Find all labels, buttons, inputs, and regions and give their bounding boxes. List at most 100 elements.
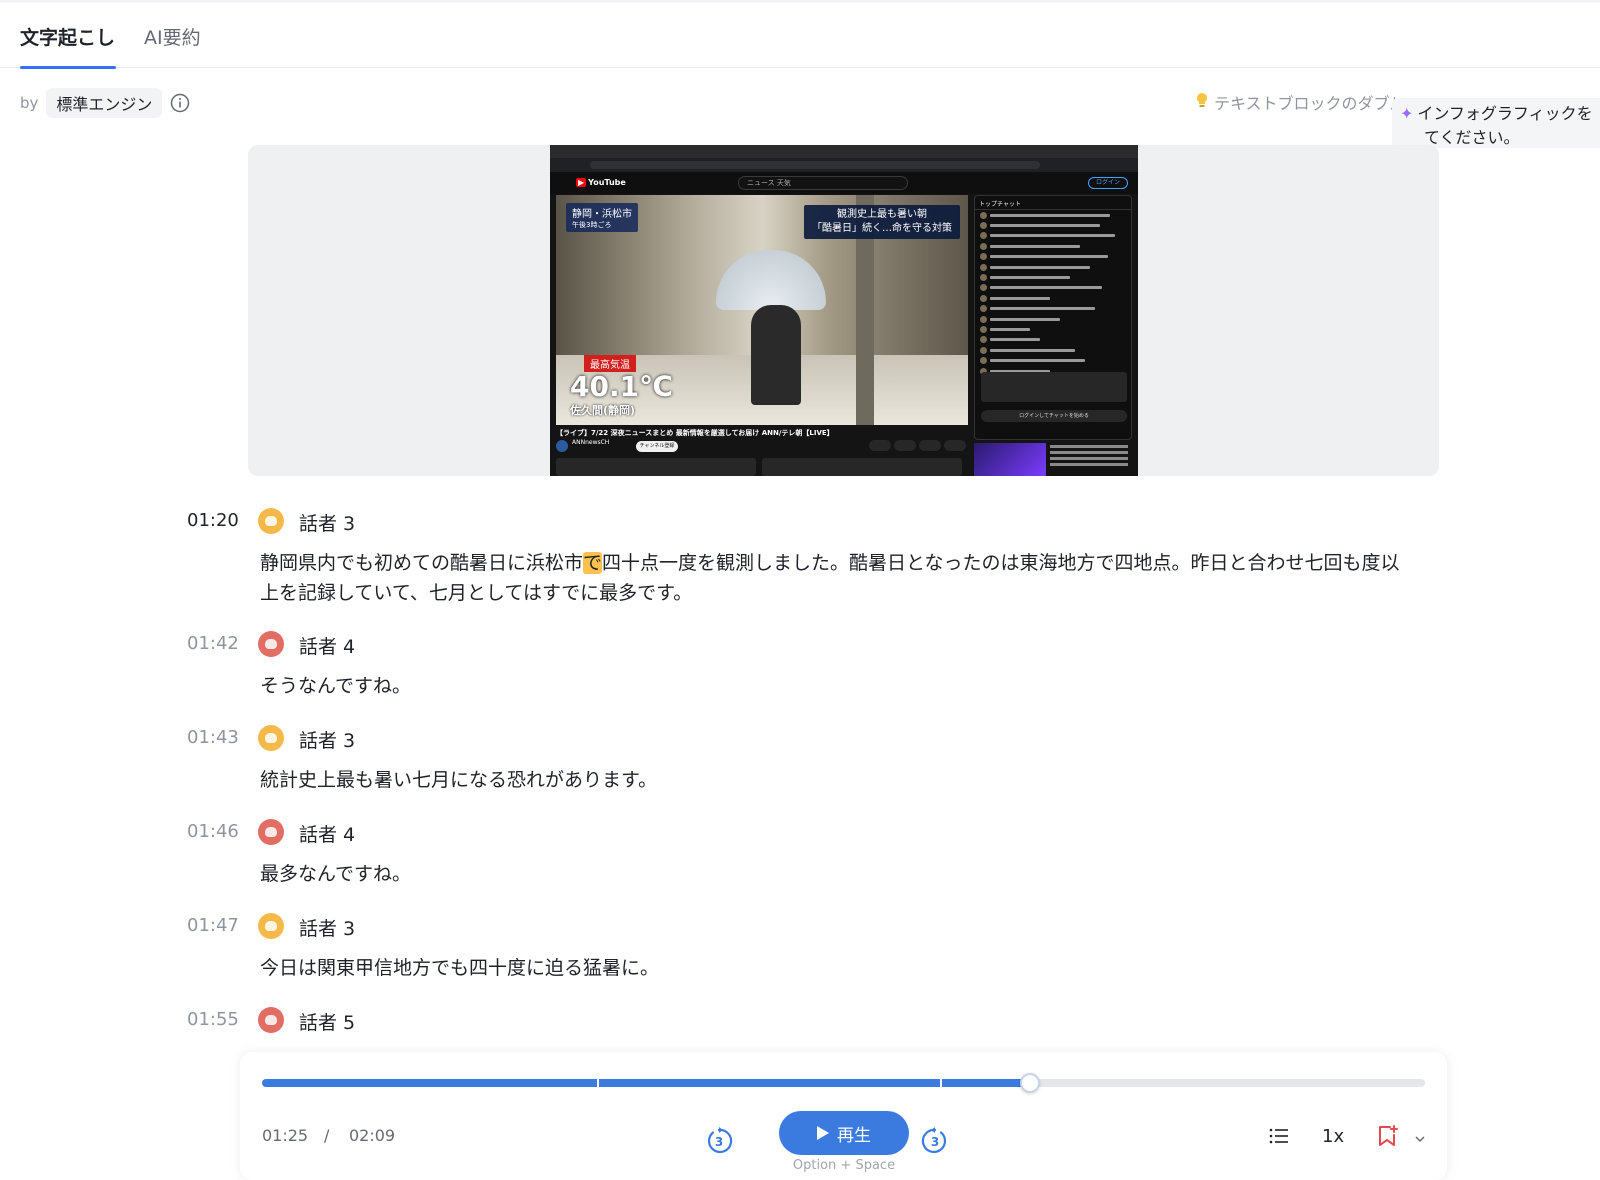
playback-speed[interactable]: 1x	[1322, 1126, 1344, 1147]
engine-chip[interactable]: 標準エンジン	[46, 88, 163, 118]
chat-message	[975, 272, 1131, 282]
segment-timestamp[interactable]: 01:20	[187, 510, 239, 531]
youtube-header: ▶ YouTube ニュース 天気 ログイン	[550, 172, 1138, 194]
youtube-logo: ▶ YouTube	[576, 178, 626, 187]
chat-message	[975, 210, 1131, 220]
chat-message	[975, 335, 1131, 345]
transcript-segment[interactable]: 01:42 話者 4 そうなんですね。	[187, 631, 1417, 701]
chat-message	[975, 314, 1131, 324]
chat-message	[975, 241, 1131, 251]
browser-tab-strip	[550, 145, 1138, 158]
skip-back-icon[interactable]: 3	[704, 1126, 734, 1156]
skip-back-seconds: 3	[715, 1135, 723, 1149]
speaker-name[interactable]: 話者 3	[299, 509, 355, 536]
current-word-highlight: で	[583, 552, 603, 574]
skip-forward-icon[interactable]: 3	[920, 1126, 950, 1156]
speaker-avatar	[258, 1007, 284, 1033]
speaker-avatar	[258, 508, 284, 534]
youtube-search: ニュース 天気	[738, 176, 908, 190]
segment-timestamp[interactable]: 01:55	[187, 1009, 239, 1030]
chat-message	[975, 283, 1131, 293]
chapter-mark	[596, 1079, 599, 1087]
chat-message	[975, 293, 1131, 303]
browser-url-bar	[550, 158, 1138, 172]
youtube-live-chat: トップチャット ログインしてチャットを始める	[974, 195, 1132, 440]
transcript-segment[interactable]: 01:46 話者 4 最多なんですね。	[187, 819, 1417, 889]
engine-row: by 標準エンジン	[20, 88, 190, 118]
chat-message	[975, 324, 1131, 334]
edit-hint: テキストブロックのダブルクリックして編集可能	[1196, 90, 1396, 114]
umbrella-shape	[716, 250, 826, 310]
tab-ai-summary[interactable]: AI要約	[144, 23, 201, 50]
tab-transcription[interactable]: 文字起こし	[20, 23, 115, 50]
play-label: 再生	[837, 1125, 871, 1146]
play-shortcut-hint: Option + Space	[792, 1158, 896, 1173]
speaker-avatar	[258, 631, 284, 657]
by-label: by	[20, 94, 39, 112]
transcript-segment[interactable]: 01:55 話者 5	[187, 1007, 1417, 1037]
speaker-name[interactable]: 話者 4	[299, 820, 355, 847]
speaker-avatar	[258, 819, 284, 845]
speaker-name[interactable]: 話者 4	[299, 632, 355, 659]
list-icon[interactable]	[1268, 1125, 1290, 1147]
segment-timestamp[interactable]: 01:42	[187, 633, 239, 654]
segment-text[interactable]: 最多なんですね。	[260, 859, 1417, 889]
person-shape	[751, 305, 801, 405]
news-headline: 観測史上最も暑い朝 「酷暑日」続く…命を守る対策	[804, 205, 960, 239]
tooltip-line-1: インフォグラフィックを	[1417, 104, 1593, 123]
tab-bar: 文字起こし AI要約	[0, 0, 1600, 69]
current-time: 01:25	[262, 1126, 309, 1145]
youtube-channel-row: ANNnewsCH チャンネル登録	[556, 438, 968, 456]
progress-bar[interactable]	[262, 1073, 1425, 1093]
progress-fill	[262, 1079, 1030, 1087]
chat-message	[975, 262, 1131, 272]
video-container: ▶ YouTube ニュース 天気 ログイン 静岡・浜松市 午後3時ごろ 観測史上…	[248, 145, 1439, 476]
video-screenshot[interactable]: ▶ YouTube ニュース 天気 ログイン 静岡・浜松市 午後3時ごろ 観測史上…	[550, 145, 1138, 476]
edit-hint-text: テキストブロックのダブルクリックして編集可能	[1214, 94, 1396, 113]
chat-message	[975, 252, 1131, 262]
progress-handle[interactable]	[1019, 1073, 1040, 1093]
youtube-login: ログイン	[1088, 177, 1128, 189]
play-button[interactable]: 再生	[779, 1111, 909, 1155]
news-video-frame: 静岡・浜松市 午後3時ごろ 観測史上最も暑い朝 「酷暑日」続く…命を守る対策 最…	[556, 195, 968, 425]
lightbulb-icon	[1196, 92, 1208, 112]
youtube-video-title: 【ライブ】7/22 深夜ニュースまとめ 最新情報を厳選してお届け ANN/テレ朝…	[556, 429, 834, 437]
speaker-name[interactable]: 話者 3	[299, 914, 355, 941]
speaker-name[interactable]: 話者 3	[299, 726, 355, 753]
youtube-description	[556, 458, 756, 476]
transcript-segment[interactable]: 01:43 話者 3 統計史上最も暑い七月になる恐れがあります。	[187, 725, 1417, 795]
play-icon	[817, 1126, 829, 1140]
time-separator: /	[324, 1126, 330, 1145]
segment-text[interactable]: そうなんですね。	[260, 671, 1417, 701]
chat-message	[975, 231, 1131, 241]
chapter-mark	[940, 1079, 943, 1087]
segment-timestamp[interactable]: 01:47	[187, 915, 239, 936]
chat-message	[975, 345, 1131, 355]
chat-message	[975, 220, 1131, 230]
chat-message	[975, 355, 1131, 365]
youtube-ad	[974, 443, 1132, 476]
info-icon[interactable]	[170, 93, 190, 113]
infographic-tooltip: ✦ インフォグラフィックを てください。	[1392, 98, 1600, 148]
youtube-description-2	[762, 458, 962, 476]
speaker-name[interactable]: 話者 5	[299, 1008, 355, 1035]
segment-text[interactable]: 統計史上最も暑い七月になる恐れがあります。	[260, 765, 1417, 795]
sparkle-icon: ✦	[1400, 104, 1414, 123]
active-tab-indicator	[20, 66, 116, 69]
audio-player: 01:25 / 02:09 3 再生 Option + Space 3 1x	[240, 1052, 1447, 1180]
transcript-segment[interactable]: 01:20 話者 3 静岡県内でも初めての酷暑日に浜松市で四十点一度を観測しまし…	[187, 508, 1417, 608]
segment-timestamp[interactable]: 01:43	[187, 727, 239, 748]
speaker-avatar	[258, 913, 284, 939]
temperature-caption: 最高気温 40.1℃ 佐久間(静岡)	[570, 353, 673, 418]
segment-text[interactable]: 今日は関東甲信地方でも四十度に迫る猛暑に。	[260, 953, 1417, 983]
bookmark-add-icon[interactable]	[1376, 1124, 1398, 1148]
segment-timestamp[interactable]: 01:46	[187, 821, 239, 842]
transcript-segment[interactable]: 01:47 話者 3 今日は関東甲信地方でも四十度に迫る猛暑に。	[187, 913, 1417, 983]
chevron-down-icon[interactable]	[1414, 1130, 1426, 1143]
speaker-avatar	[258, 725, 284, 751]
location-caption: 静岡・浜松市 午後3時ごろ	[566, 203, 638, 232]
chat-message	[975, 304, 1131, 314]
segment-text[interactable]: 静岡県内でも初めての酷暑日に浜松市で四十点一度を観測しました。酷暑日となったのは…	[260, 548, 1417, 608]
total-time: 02:09	[349, 1126, 396, 1145]
skip-forward-seconds: 3	[931, 1135, 939, 1149]
